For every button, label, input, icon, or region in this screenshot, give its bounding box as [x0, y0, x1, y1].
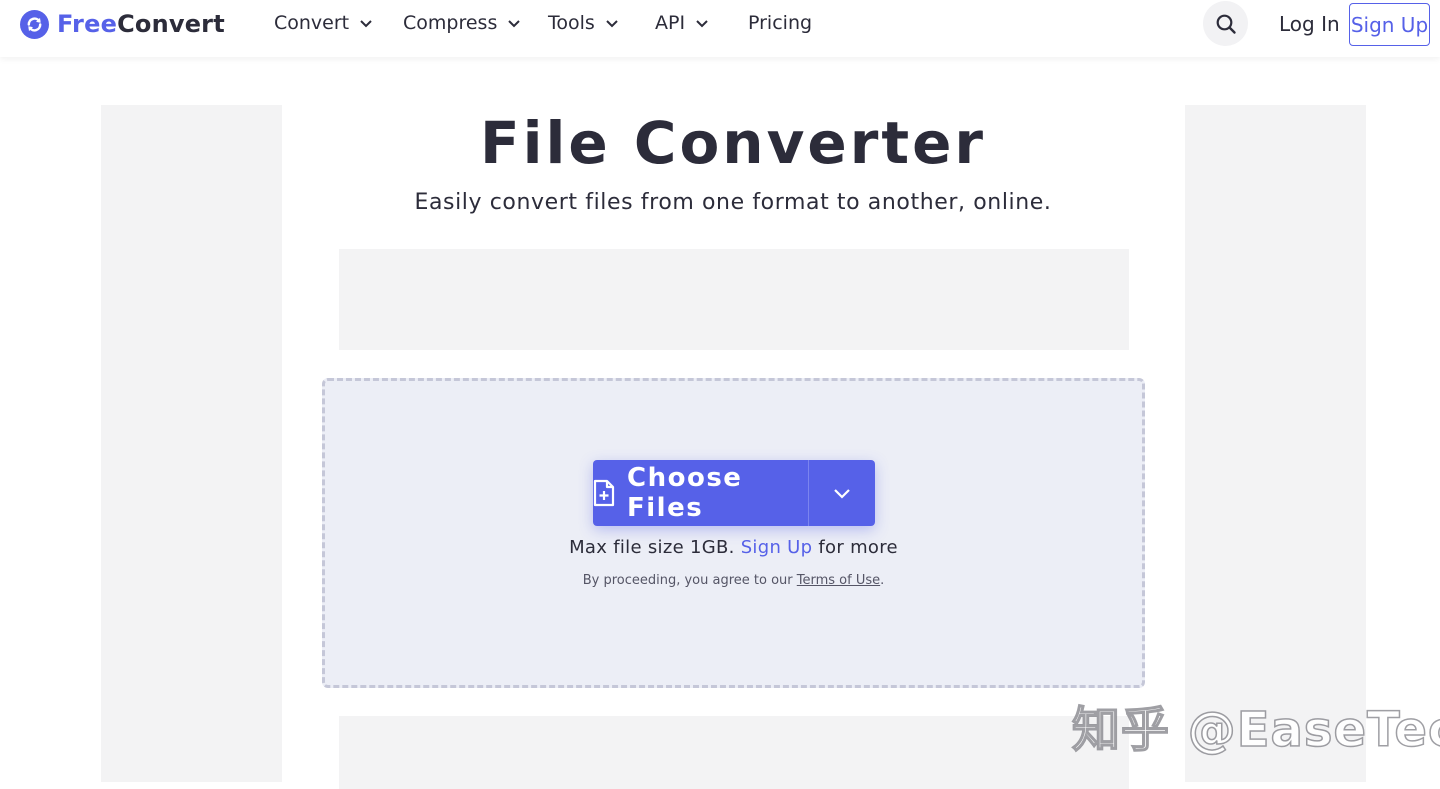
terms-note: By proceeding, you agree to our Terms of…	[322, 572, 1145, 590]
search-button[interactable]	[1203, 1, 1248, 46]
terms-suffix: .	[880, 573, 885, 588]
choose-source-dropdown[interactable]	[808, 460, 875, 526]
nav-convert-label: Convert	[274, 12, 350, 34]
page-title: File Converter	[479, 109, 987, 177]
search-icon	[1215, 13, 1237, 35]
chevron-down-icon	[695, 19, 709, 28]
nav-compress-label: Compress	[403, 12, 498, 34]
page-subtitle: Easily convert files from one format to …	[414, 190, 1052, 215]
file-plus-icon	[593, 479, 615, 507]
refresh-circle-icon	[20, 9, 49, 39]
max-size-suffix: for more	[818, 537, 898, 558]
ad-placeholder-bottom	[339, 716, 1129, 789]
terms-of-use-link[interactable]: Terms of Use	[797, 573, 880, 588]
chevron-down-icon	[605, 19, 619, 28]
login-link[interactable]: Log In	[1279, 11, 1340, 37]
file-dropzone[interactable]	[322, 378, 1145, 688]
chevron-down-icon	[359, 19, 373, 28]
ad-placeholder-top	[339, 249, 1129, 350]
brand-logo[interactable]: FreeConvert	[20, 9, 225, 39]
site-header: FreeConvert Convert Compress Tools API P…	[0, 0, 1440, 57]
brand-name-part2: Convert	[117, 10, 225, 38]
max-size-text: Max file size 1GB.	[569, 537, 735, 558]
brand-name: FreeConvert	[57, 9, 225, 39]
max-file-size-note: Max file size 1GB. Sign Up for more	[322, 536, 1145, 560]
nav-api[interactable]: API	[655, 11, 709, 35]
chevron-down-icon	[507, 19, 521, 28]
nav-tools-label: Tools	[548, 12, 595, 34]
nav-pricing[interactable]: Pricing	[748, 11, 812, 35]
nav-tools[interactable]: Tools	[548, 11, 619, 35]
nav-api-label: API	[655, 12, 686, 34]
choose-files-group: Choose Files	[593, 460, 875, 526]
signup-button[interactable]: Sign Up	[1349, 3, 1430, 46]
brand-name-part1: Free	[57, 10, 118, 38]
nav-convert[interactable]: Convert	[274, 11, 373, 35]
chevron-down-icon	[833, 488, 851, 499]
choose-files-label: Choose Files	[627, 463, 743, 523]
ad-placeholder-left	[101, 105, 282, 782]
ad-placeholder-right	[1185, 105, 1366, 782]
nav-pricing-label: Pricing	[748, 12, 813, 34]
nav-compress[interactable]: Compress	[403, 11, 521, 35]
choose-files-button[interactable]: Choose Files	[593, 460, 808, 526]
max-size-signup-link[interactable]: Sign Up	[741, 537, 813, 558]
watermark: 知乎 @EaseTech	[1071, 701, 1440, 759]
terms-prefix: By proceeding, you agree to our	[582, 573, 793, 588]
